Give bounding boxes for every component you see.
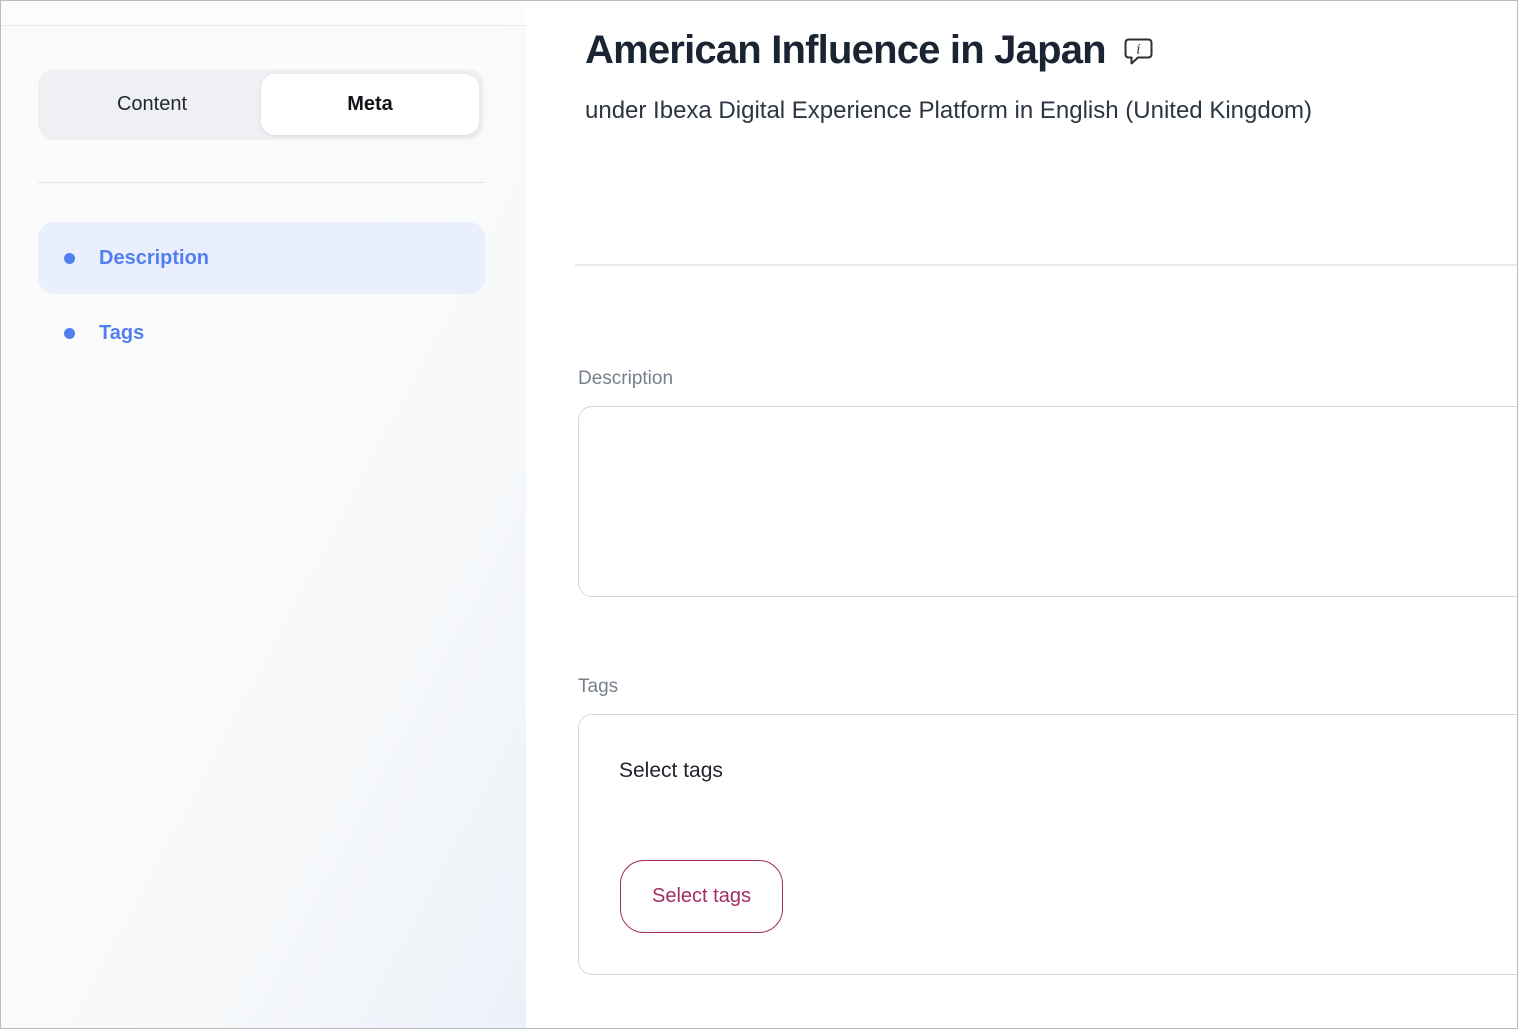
tab-meta[interactable]: Meta xyxy=(261,74,479,135)
select-tags-button[interactable]: Select tags xyxy=(620,860,783,933)
content-meta-toggle: Content Meta xyxy=(38,69,484,140)
info-speech-bubble-icon[interactable]: i xyxy=(1124,38,1153,65)
description-field-label: Description xyxy=(578,368,673,390)
svg-text:i: i xyxy=(1136,43,1140,58)
app-window: Content Meta Description Tags American I… xyxy=(0,0,1518,1029)
meta-sidebar: Content Meta Description Tags xyxy=(1,1,526,1028)
anchor-label: Tags xyxy=(99,322,144,345)
page-subtitle: under Ibexa Digital Experience Platform … xyxy=(585,97,1312,125)
bullet-icon xyxy=(64,328,75,339)
description-textarea[interactable] xyxy=(578,406,1518,597)
edit-main-area: American Influence in Japan i under Ibex… xyxy=(526,1,1517,1028)
sidebar-topbar xyxy=(1,1,526,26)
header-divider xyxy=(575,264,1518,266)
page-title: American Influence in Japan xyxy=(585,28,1106,73)
anchor-item-tags[interactable]: Tags xyxy=(38,297,485,369)
page-header: American Influence in Japan i xyxy=(585,28,1153,73)
tags-fieldset: Select tags Select tags xyxy=(578,714,1518,975)
tab-content[interactable]: Content xyxy=(43,74,261,135)
tags-field-label: Tags xyxy=(578,676,618,698)
anchor-nav: Description Tags xyxy=(38,222,485,369)
bullet-icon xyxy=(64,253,75,264)
sidebar-divider xyxy=(38,182,485,183)
anchor-label: Description xyxy=(99,247,209,270)
anchor-item-description[interactable]: Description xyxy=(38,222,485,294)
tags-group-title: Select tags xyxy=(619,759,723,783)
